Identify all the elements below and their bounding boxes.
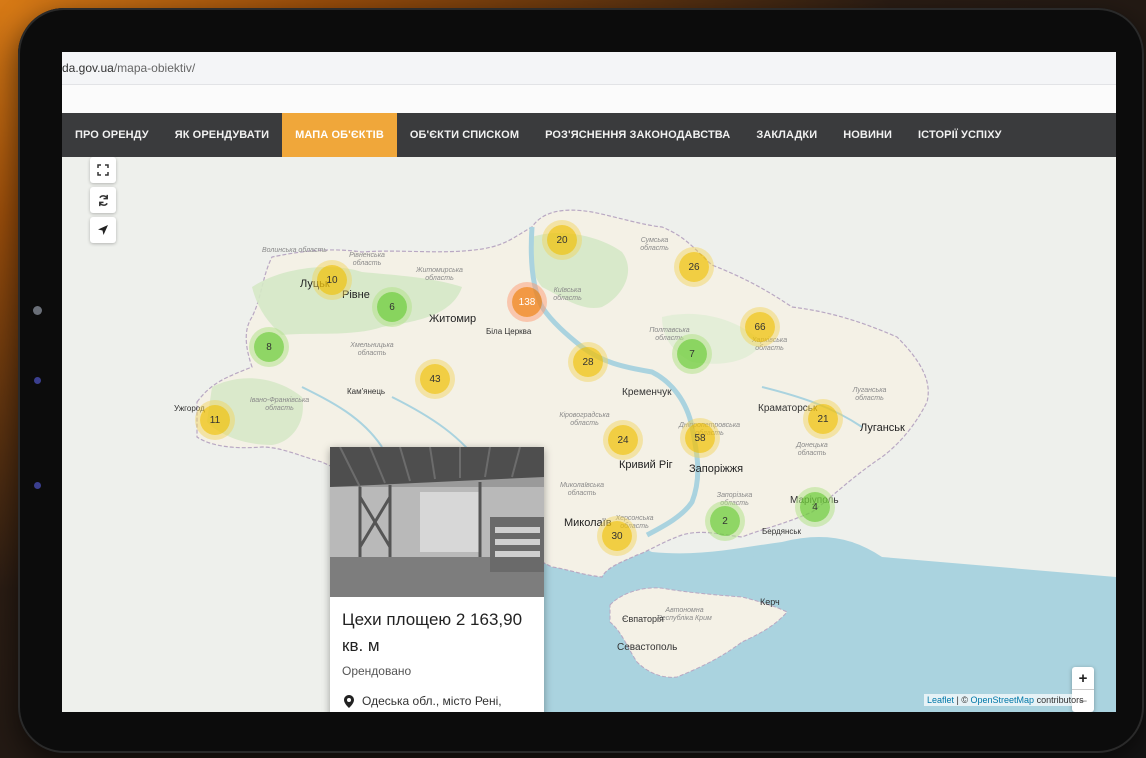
nav-item-about[interactable]: ПРО ОРЕНДУ	[62, 113, 162, 157]
city-label: Кременчук	[622, 387, 672, 398]
object-photo	[330, 447, 544, 597]
region-label: Луганська область	[852, 387, 887, 402]
nav-item-bookmarks[interactable]: ЗАКЛАДКИ	[743, 113, 830, 157]
map-cluster[interactable]: 24	[608, 425, 638, 455]
map-cluster[interactable]: 30	[602, 521, 632, 551]
side-button	[34, 377, 41, 384]
osm-link[interactable]: OpenStreetMap	[971, 695, 1035, 705]
header-spacer	[62, 85, 1116, 113]
region-label: Запорізька область	[716, 492, 753, 507]
browser-screen: da.gov.ua/mapa-obiektiv/ ПРО ОРЕНДУ ЯК О…	[62, 52, 1116, 712]
map-cluster[interactable]: 20	[547, 225, 577, 255]
region-label: Кіровоградська область	[559, 412, 610, 427]
map-view[interactable]: Волинська область Рівненська область Жит…	[62, 157, 1116, 712]
region-label: Рівненська область	[349, 252, 385, 267]
nav-item-legislation[interactable]: РОЗ'ЯСНЕННЯ ЗАКОНОДАВСТВА	[532, 113, 743, 157]
nav-item-success-stories[interactable]: ІСТОРІЇ УСПІХУ	[905, 113, 1015, 157]
city-label: Рівне	[342, 289, 370, 301]
city-label: Кривий Ріг	[619, 459, 673, 471]
side-button	[34, 482, 41, 489]
map-cluster[interactable]: 10	[317, 265, 347, 295]
region-label: Хмельницька область	[350, 342, 394, 357]
map-cluster[interactable]: 58	[685, 423, 715, 453]
region-label: Волинська область	[262, 247, 327, 254]
region-label: Київська область	[553, 287, 582, 302]
popup-address: Одеська обл., місто Рені, вулиця Дунайсь…	[362, 694, 502, 708]
leaflet-link[interactable]: Leaflet	[927, 695, 954, 705]
map-cluster[interactable]: 21	[808, 404, 838, 434]
city-label: Житомир	[429, 313, 477, 325]
map-cluster[interactable]: 4	[800, 492, 830, 522]
main-nav: ПРО ОРЕНДУ ЯК ОРЕНДУВАТИ МАПА ОБ'ЄКТІВ О…	[62, 113, 1116, 157]
refresh-icon	[98, 194, 108, 206]
fullscreen-icon	[97, 164, 109, 176]
map-cluster[interactable]: 43	[420, 364, 450, 394]
map-cluster[interactable]: 7	[677, 339, 707, 369]
map-tiles	[62, 157, 1116, 712]
city-label: Севастополь	[617, 642, 678, 653]
popup-title[interactable]: Цехи площею 2 163,90 кв. м	[342, 607, 538, 659]
popup-status: Орендовано	[342, 664, 412, 678]
attribution-separator: | ©	[954, 695, 971, 705]
map-cluster[interactable]: 8	[254, 332, 284, 362]
region-label: Івано-Франківська область	[249, 397, 310, 412]
region-label: Харківська область	[751, 337, 788, 352]
camera-dot	[33, 306, 42, 315]
nav-item-how-to-rent[interactable]: ЯК ОРЕНДУВАТИ	[162, 113, 282, 157]
region-label: Сумська область	[640, 237, 669, 252]
city-label: Ужгород	[174, 404, 205, 413]
zoom-in-button[interactable]: +	[1072, 667, 1094, 690]
attribution-tail: contributors	[1034, 695, 1084, 705]
map-cluster[interactable]: 26	[679, 252, 709, 282]
map-pin-icon	[344, 695, 354, 708]
region-label: Житомирська область	[416, 267, 463, 282]
fullscreen-button[interactable]	[90, 157, 116, 183]
map-cluster[interactable]: 11	[200, 405, 230, 435]
map-cluster[interactable]: 66	[745, 312, 775, 342]
map-cluster[interactable]: 6	[377, 292, 407, 322]
url-text: da.gov.ua/mapa-obiektiv/	[62, 61, 196, 75]
city-label: Кам'янець	[347, 387, 386, 396]
city-label: Євпаторія	[622, 614, 664, 624]
city-label: Керч	[760, 597, 780, 607]
map-attribution: Leaflet | © OpenStreetMap contributors	[924, 694, 1087, 706]
map-cluster[interactable]: 2	[710, 506, 740, 536]
address-bar[interactable]: da.gov.ua/mapa-obiektiv/	[62, 52, 1116, 85]
city-label: Запоріжжя	[689, 463, 744, 475]
region-label: Миколаївська область	[559, 482, 605, 497]
refresh-button[interactable]	[90, 187, 116, 213]
locate-button[interactable]	[90, 217, 116, 243]
nav-item-list[interactable]: ОБ'ЄКТИ СПИСКОМ	[397, 113, 532, 157]
object-popup[interactable]: Цехи площею 2 163,90 кв. м Орендовано Од…	[330, 447, 544, 712]
nav-item-map[interactable]: МАПА ОБ'ЄКТІВ	[282, 113, 397, 157]
region-label: Донецька область	[796, 442, 828, 457]
city-label: Луганськ	[860, 422, 905, 434]
city-label: Біла Церква	[486, 327, 532, 336]
map-cluster[interactable]: 138	[512, 287, 542, 317]
nav-item-news[interactable]: НОВИНИ	[830, 113, 905, 157]
locate-arrow-icon	[98, 225, 108, 235]
map-cluster[interactable]: 28	[573, 347, 603, 377]
city-label: Бердянськ	[762, 527, 802, 536]
